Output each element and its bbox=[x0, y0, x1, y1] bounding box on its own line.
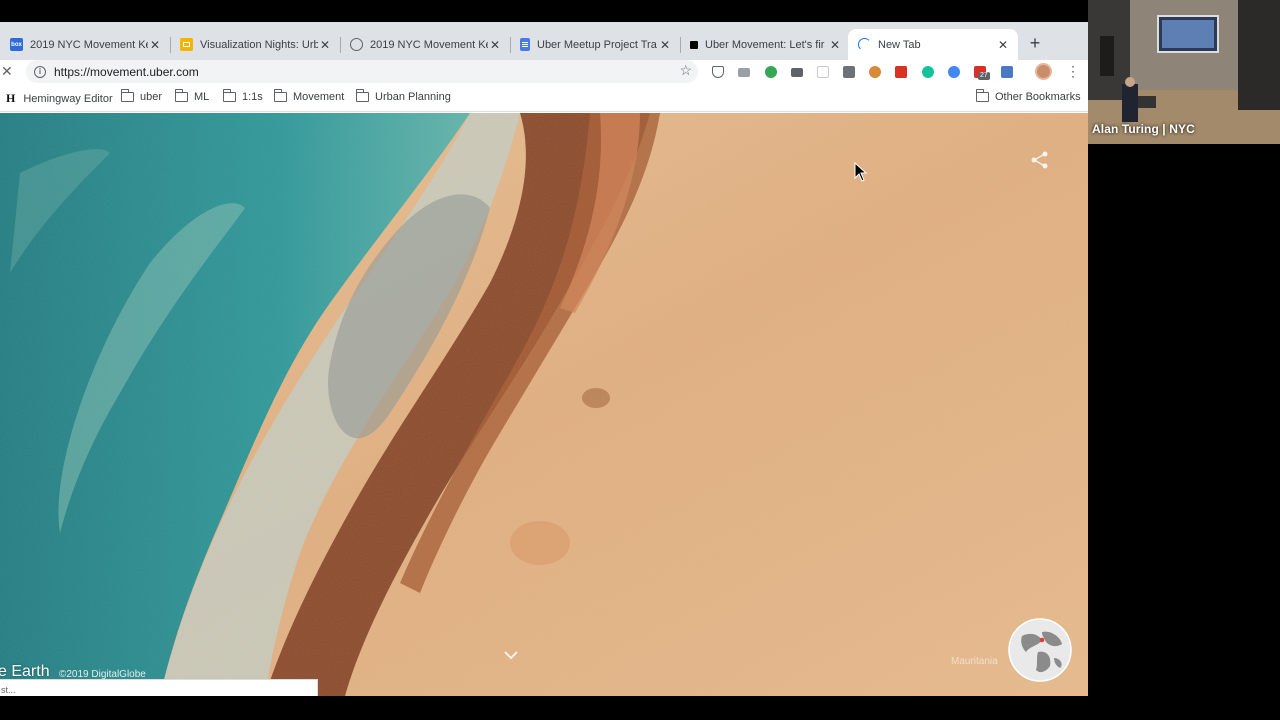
bookmark-folder-ml[interactable]: ML bbox=[175, 89, 210, 103]
globe-icon[interactable] bbox=[1008, 618, 1072, 682]
bookmark-label: ML bbox=[194, 91, 210, 103]
share-icon[interactable] bbox=[1030, 151, 1050, 169]
docs-favicon-icon bbox=[520, 38, 530, 51]
folder-icon bbox=[223, 89, 236, 102]
tab-uber-movement[interactable]: Uber Movement: Let's fir ✕ bbox=[680, 29, 850, 60]
address-bar[interactable]: i https://movement.uber.com ☆ bbox=[26, 60, 698, 83]
bookmark-hemingway-editor[interactable]: H Hemingway Editor bbox=[6, 91, 113, 106]
tab-title: 2019 NYC Movement Ke bbox=[30, 38, 148, 51]
close-icon[interactable]: ✕ bbox=[148, 38, 162, 52]
region-label: Mauritania bbox=[951, 656, 998, 667]
bookmark-label: Movement bbox=[293, 91, 345, 103]
bookmark-label: Hemingway Editor bbox=[23, 92, 113, 105]
bookmark-folder-urban-planning[interactable]: Urban Planning bbox=[356, 89, 451, 103]
bookmark-label: uber bbox=[140, 91, 163, 103]
bookmarks-bar: H Hemingway Editor uber ML 1:1s Movement bbox=[0, 84, 1088, 112]
folder-icon bbox=[356, 89, 369, 102]
status-bar: st... bbox=[0, 679, 318, 696]
stop-loading-icon[interactable]: ✕ bbox=[1, 63, 13, 80]
folder-icon bbox=[175, 89, 188, 102]
bookmark-folder-movement[interactable]: Movement bbox=[274, 89, 345, 103]
uber-favicon-icon bbox=[690, 40, 698, 49]
info-icon[interactable]: i bbox=[34, 65, 46, 78]
green-extension-icon[interactable] bbox=[765, 66, 777, 78]
tab-new-tab[interactable]: New Tab ✕ bbox=[848, 29, 1018, 60]
tab-title: Uber Meetup Project Tra bbox=[537, 38, 657, 51]
webcam-overlay: Alan Turing | NYC bbox=[1088, 0, 1280, 144]
bookmark-folder-uber[interactable]: uber bbox=[121, 89, 163, 103]
close-icon[interactable]: ✕ bbox=[996, 38, 1010, 52]
folder-extension-icon[interactable] bbox=[843, 66, 855, 78]
blank-extension-icon[interactable] bbox=[817, 66, 829, 78]
browser-window: box 2019 NYC Movement Ke ✕ Visualization… bbox=[0, 22, 1088, 696]
tab-title: 2019 NYC Movement Ke bbox=[370, 38, 488, 51]
close-icon[interactable]: ✕ bbox=[658, 38, 672, 52]
folder-icon bbox=[121, 89, 134, 102]
folder-icon bbox=[274, 89, 287, 102]
page-content: e Earth ©2019 DigitalGlobe Mauritania st… bbox=[0, 113, 1088, 696]
red-extension-icon[interactable] bbox=[895, 66, 907, 78]
grammarly-extension-icon[interactable] bbox=[922, 66, 934, 78]
extension-badge: 27 bbox=[978, 72, 990, 80]
b-extension-icon[interactable] bbox=[1001, 66, 1013, 78]
chevron-down-icon[interactable] bbox=[503, 649, 519, 661]
bookmark-other-bookmarks[interactable]: Other Bookmarks bbox=[976, 89, 1081, 103]
tab-movement-keynote-2[interactable]: 2019 NYC Movement Ke ✕ bbox=[340, 29, 511, 60]
close-icon[interactable]: ✕ bbox=[318, 38, 332, 52]
profile-avatar[interactable] bbox=[1035, 63, 1052, 80]
tab-box-movement-keynote[interactable]: box 2019 NYC Movement Ke ✕ bbox=[0, 29, 171, 60]
loading-spinner-icon bbox=[858, 38, 871, 51]
mouse-cursor-icon bbox=[854, 162, 868, 182]
new-tab-button[interactable]: + bbox=[1026, 34, 1044, 52]
box-favicon-icon: box bbox=[10, 38, 23, 51]
url-text[interactable]: https://movement.uber.com bbox=[54, 65, 199, 79]
tab-title: New Tab bbox=[878, 38, 921, 51]
mail-extension-icon[interactable] bbox=[791, 68, 803, 77]
bookmark-folder-1-1s[interactable]: 1:1s bbox=[223, 89, 263, 103]
tab-title: Visualization Nights: Urb bbox=[200, 38, 318, 51]
bookmark-label: 1:1s bbox=[242, 91, 263, 103]
bookmark-label: Other Bookmarks bbox=[995, 91, 1081, 103]
tab-visualization-nights[interactable]: Visualization Nights: Urb ✕ bbox=[170, 29, 341, 60]
globe-favicon-icon bbox=[350, 38, 363, 51]
screen: box 2019 NYC Movement Ke ✕ Visualization… bbox=[0, 0, 1280, 720]
hemingway-h-icon: H bbox=[6, 91, 16, 105]
satellite-image bbox=[0, 113, 1088, 696]
close-icon[interactable]: ✕ bbox=[828, 38, 842, 52]
pocket-extension-icon[interactable] bbox=[712, 66, 724, 78]
tab-title: Uber Movement: Let's fir bbox=[705, 38, 825, 51]
folder-icon bbox=[976, 89, 989, 102]
blue-extension-icon[interactable] bbox=[948, 66, 960, 78]
speaker-label: Alan Turing | NYC bbox=[1092, 122, 1195, 136]
toolbar: ✕ i https://movement.uber.com ☆ 27 ⋮ bbox=[0, 60, 1088, 84]
slides-favicon-icon bbox=[180, 38, 193, 51]
cookie-extension-icon[interactable] bbox=[869, 66, 881, 78]
bookmark-star-icon[interactable]: ☆ bbox=[679, 62, 692, 79]
camera-extension-icon[interactable] bbox=[738, 68, 750, 77]
close-icon[interactable]: ✕ bbox=[488, 38, 502, 52]
bookmark-label: Urban Planning bbox=[375, 91, 451, 103]
tab-strip: box 2019 NYC Movement Ke ✕ Visualization… bbox=[0, 22, 1088, 60]
more-menu-icon[interactable]: ⋮ bbox=[1066, 63, 1080, 80]
tab-uber-meetup-project[interactable]: Uber Meetup Project Tra ✕ bbox=[510, 29, 681, 60]
